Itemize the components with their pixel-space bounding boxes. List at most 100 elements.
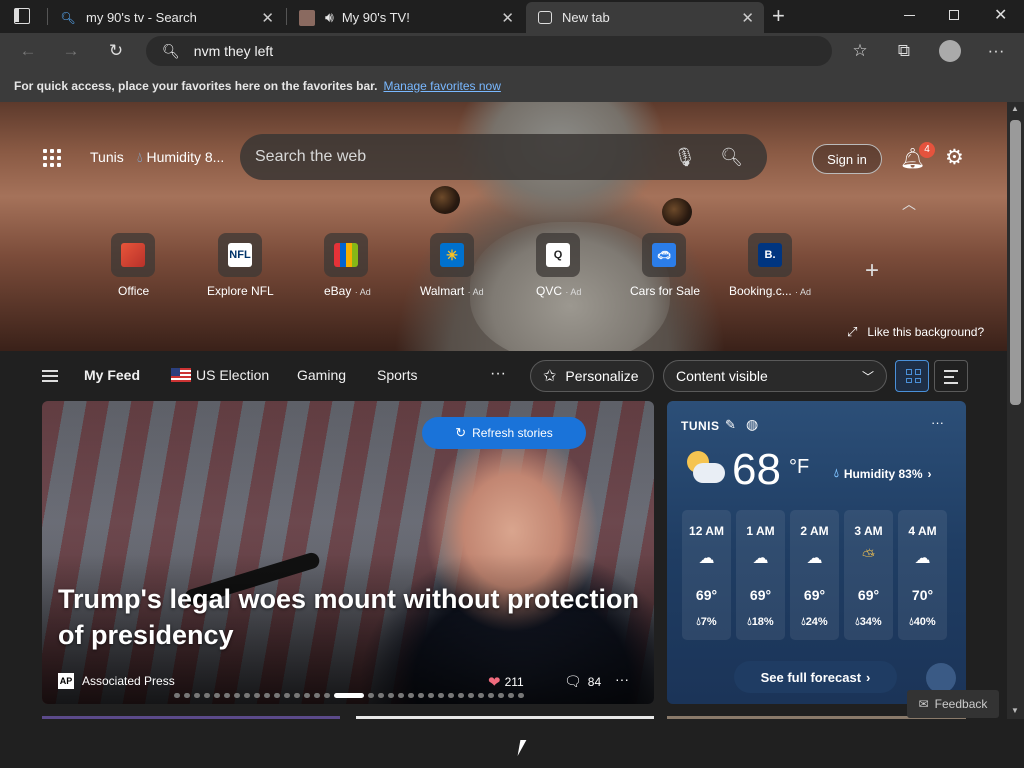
more-tabs-button[interactable]: ··· [490,365,506,383]
hourly-forecast-item[interactable]: 12 AM ☁︎ 69° 💧︎7% [682,510,731,640]
speaker-icon[interactable]: 🔊︎ [325,9,334,26]
address-bar[interactable]: 🔍︎ nvm they left [146,36,832,66]
personalize-star-icon: ✩ [543,368,557,385]
hourly-forecast-item[interactable]: 1 AM ☁︎ 69° 💧︎18% [736,510,785,640]
tab-us-election[interactable]: US Election [196,367,269,383]
droplet-icon: 💧︎ [137,149,143,165]
back-button[interactable]: ← [14,38,42,64]
feedback-icon: ✉ [918,697,929,711]
quicklink-label[interactable]: Office [118,284,149,298]
tab-bar: 🔍︎ my 90's tv - Search ✕ 🔊︎ My 90's TV! … [0,0,1024,33]
edit-pencil-icon[interactable]: ✎ [725,417,736,433]
quicklink-walmart[interactable]: ✳ [430,233,474,277]
temp-unit[interactable]: °F [789,456,809,479]
quicklink-office[interactable] [111,233,155,277]
story-source[interactable]: AP Associated Press [58,673,175,689]
like-background-button[interactable]: ⤢ Like this background? [847,324,984,340]
search-icon: 🔍︎ [162,42,180,59]
more-menu-icon[interactable]: ··· [982,38,1010,64]
tab-search[interactable]: 🔍︎ my 90's tv - Search ✕ [48,2,284,33]
personalize-button[interactable]: ✩ Personalize [530,360,654,392]
weather-location[interactable]: Tunis [90,149,124,165]
search-input[interactable]: Search the web [255,148,673,166]
search-icon[interactable]: 🔍︎ [720,147,743,168]
feedback-button[interactable]: ✉ Feedback [907,690,999,718]
tab-my-feed[interactable]: My Feed [84,367,140,383]
chevron-right-icon: › [927,466,932,481]
minimize-button[interactable] [904,15,915,16]
quicklink-label[interactable]: Cars for Sale [630,284,700,298]
manage-favorites-link[interactable]: Manage favorites now [383,79,500,93]
tab-actions-icon[interactable] [14,8,30,24]
quicklink-label[interactable]: Walmart · Ad [420,284,484,298]
collapse-chevron-icon[interactable]: ︿ [902,194,916,214]
refresh-label: Refresh stories [472,426,553,440]
profile-avatar[interactable] [939,40,961,62]
web-search-box[interactable]: Search the web 🎙︎ 🔍︎ [240,134,767,180]
list-layout-button[interactable] [934,360,968,392]
content-visibility-select[interactable]: Content visible ﹀ [663,360,887,392]
quicklink-booking[interactable]: B. [748,233,792,277]
carousel-dots[interactable] [174,693,524,698]
tab-my-90s-tv[interactable]: 🔊︎ My 90's TV! ✕ [287,2,524,33]
refresh-stories-button[interactable]: ↻ Refresh stories [422,417,586,449]
quicklink-cars[interactable]: 🚗︎ [642,233,686,277]
humidity-chip[interactable]: 💧︎ Humidity 8... [137,149,224,166]
globe-icon[interactable]: ◍ [746,416,758,433]
comments-button[interactable]: 🗨︎ 84 [564,673,601,690]
quicklink-label[interactable]: QVC · Ad [536,284,581,298]
story-headline[interactable]: Trump's legal woes mount without protect… [58,581,648,653]
scrollbar-thumb[interactable] [1010,120,1021,405]
favorites-icon[interactable]: ☆ [846,38,874,64]
refresh-icon: ↻ [455,425,467,440]
grid-layout-button[interactable] [895,360,929,392]
settings-gear-icon[interactable]: ⚙︎ [945,145,964,170]
chevron-down-icon: ﹀ [861,369,874,384]
office-icon [121,243,145,267]
close-tab-icon[interactable]: ✕ [501,9,514,27]
favorites-message: For quick access, place your favorites h… [14,78,378,93]
scroll-down-arrow[interactable]: ▼ [1011,706,1019,715]
story-more-icon[interactable]: ··· [615,671,629,687]
apps-launcher-icon[interactable] [43,149,61,167]
collections-icon[interactable]: ⧉ [890,38,918,64]
quicklink-ebay[interactable] [324,233,368,277]
microphone-icon[interactable]: 🎙︎ [673,147,696,168]
cloud-icon: ☁︎ [806,550,823,567]
new-tab-button[interactable]: + [772,3,785,29]
weather-more-icon[interactable]: ··· [931,415,944,430]
see-full-forecast-button[interactable]: See full forecast › [734,661,897,693]
quicklink-nfl[interactable]: NFL [218,233,262,277]
weather-city[interactable]: TUNIS [681,419,720,433]
moon-cloud-icon [683,449,727,489]
forward-button[interactable]: → [57,38,85,64]
reactions-button[interactable]: ❤︎ 211 [488,673,524,691]
notification-count-badge: 4 [919,142,935,158]
hourly-forecast-item[interactable]: 4 AM ☁︎ 70° 💧︎40% [898,510,947,640]
quicklink-label[interactable]: eBay · Ad [324,284,371,298]
sign-in-button[interactable]: Sign in [812,144,882,174]
quicklink-label[interactable]: Booking.c... · Ad [729,284,811,298]
hourly-forecast-item[interactable]: 2 AM ☁︎ 69° 💧︎24% [790,510,839,640]
hourly-forecast-item[interactable]: 3 AM ⛅︎ 69° 💧︎34% [844,510,893,640]
quicklink-qvc[interactable]: Q [536,233,580,277]
scroll-up-arrow[interactable]: ▲ [1011,104,1019,113]
close-tab-icon[interactable]: ✕ [261,9,274,27]
address-input[interactable]: nvm they left [194,43,273,59]
vertical-scrollbar[interactable]: ▲ ▼ [1007,102,1024,719]
tab-new-tab[interactable]: New tab ✕ [526,2,764,33]
weather-card[interactable]: TUNIS ✎ ◍ ··· 68 °F 💧︎ Humidity 83% › 12… [667,401,966,704]
close-window-button[interactable]: ✕ [994,5,1007,25]
add-quicklink-button[interactable]: + [865,257,879,285]
tab-gaming[interactable]: Gaming [297,367,346,383]
tab-sports[interactable]: Sports [377,367,417,383]
weather-assistant-icon[interactable] [926,663,956,693]
restore-button[interactable] [949,10,959,20]
comment-count: 84 [587,674,602,689]
ap-logo-icon: AP [58,673,74,689]
refresh-button[interactable]: ↻ [102,38,130,64]
humidity-link[interactable]: 💧︎ Humidity 83% › [834,466,932,481]
menu-hamburger-icon[interactable] [42,370,58,382]
close-tab-icon[interactable]: ✕ [741,9,754,27]
quicklink-label[interactable]: Explore NFL [207,284,274,298]
